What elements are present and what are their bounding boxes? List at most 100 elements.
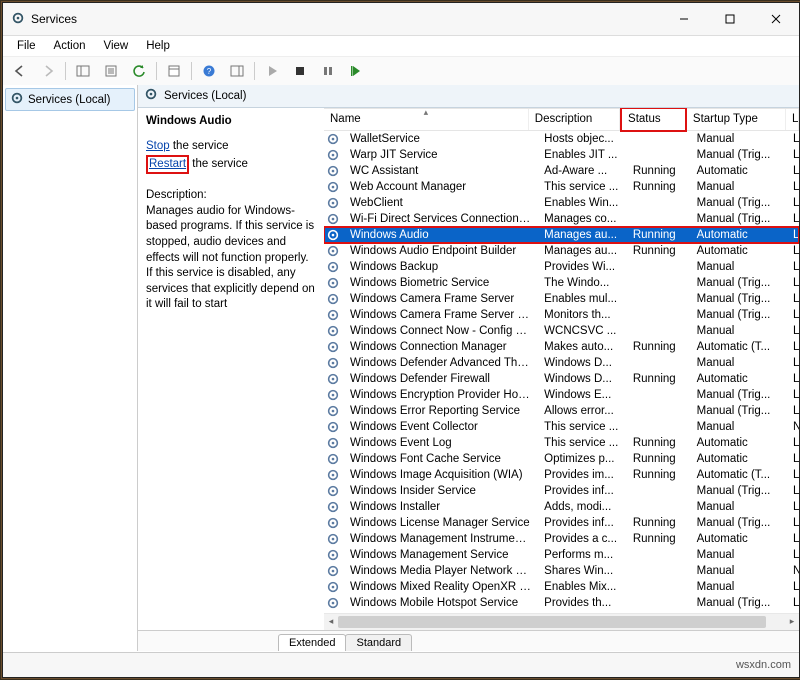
service-row[interactable]: Windows Mixed Reality OpenXR Servi...Ena… xyxy=(324,579,799,595)
refresh-button[interactable] xyxy=(126,59,152,83)
stop-service-button[interactable] xyxy=(287,59,313,83)
titlebar[interactable]: Services xyxy=(3,3,799,36)
cell-startup-type: Automatic xyxy=(691,373,787,385)
app-icon xyxy=(11,11,25,28)
col-status[interactable]: Status xyxy=(620,108,687,132)
cell-log-on-as: Local Syste... xyxy=(787,181,799,193)
cell-log-on-as: Local Syste... xyxy=(787,533,799,545)
service-row[interactable]: WalletServiceHosts objec...ManualLocal S… xyxy=(324,131,799,147)
close-button[interactable] xyxy=(753,3,799,35)
menu-help[interactable]: Help xyxy=(138,39,178,53)
restart-service-button[interactable] xyxy=(343,59,369,83)
services-list[interactable]: WalletServiceHosts objec...ManualLocal S… xyxy=(324,131,799,611)
service-row[interactable]: WebClientEnables Win...Manual (Trig...Lo… xyxy=(324,195,799,211)
menu-action[interactable]: Action xyxy=(46,39,94,53)
cell-startup-type: Manual (Trig... xyxy=(691,213,787,225)
cell-startup-type: Manual (Trig... xyxy=(691,197,787,209)
service-row[interactable]: Windows Connect Now - Config Regi...WCNC… xyxy=(324,323,799,339)
service-row[interactable]: Web Account ManagerThis service ...Runni… xyxy=(324,179,799,195)
service-row[interactable]: Windows Camera Frame ServerEnables mul..… xyxy=(324,291,799,307)
show-hide-tree-button[interactable] xyxy=(70,59,96,83)
cell-log-on-as: Local Servic... xyxy=(787,341,799,353)
tab-extended[interactable]: Extended xyxy=(278,634,346,651)
service-gear-icon xyxy=(324,532,344,546)
scroll-left-arrow[interactable]: ◂ xyxy=(324,614,338,630)
back-button[interactable] xyxy=(7,59,33,83)
cell-name: Web Account Manager xyxy=(344,181,538,193)
cell-startup-type: Manual (Trig... xyxy=(691,485,787,497)
restart-service-link[interactable]: Restart xyxy=(146,155,189,175)
tree-root-services-local[interactable]: Services (Local) xyxy=(5,88,135,111)
stop-service-link[interactable]: Stop xyxy=(146,139,170,155)
service-row[interactable]: Windows Image Acquisition (WIA)Provides … xyxy=(324,467,799,483)
cell-startup-type: Manual xyxy=(691,133,787,145)
cell-log-on-as: Local Syste... xyxy=(787,485,799,497)
service-row[interactable]: Windows Defender Advanced Threat ...Wind… xyxy=(324,355,799,371)
service-row[interactable]: Windows Defender FirewallWindows D...Run… xyxy=(324,371,799,387)
horizontal-scrollbar[interactable]: ◂ ▸ xyxy=(324,613,799,630)
service-row[interactable]: Windows AudioManages au...RunningAutomat… xyxy=(324,227,799,243)
scroll-thumb[interactable] xyxy=(338,616,766,628)
service-row[interactable]: Windows Mobile Hotspot ServiceProvides t… xyxy=(324,595,799,611)
console-tree[interactable]: Services (Local) xyxy=(3,85,138,651)
help-button[interactable]: ? xyxy=(196,59,222,83)
start-service-button[interactable] xyxy=(259,59,285,83)
cell-status: Running xyxy=(627,165,691,177)
cell-description: Enables mul... xyxy=(538,293,627,305)
cell-status: Running xyxy=(627,229,691,241)
cell-log-on-as: Local Syste... xyxy=(787,165,799,177)
service-row[interactable]: Windows Camera Frame Server Moni...Monit… xyxy=(324,307,799,323)
service-row[interactable]: Windows License Manager ServiceProvides … xyxy=(324,515,799,531)
description-text: Manages audio for Windows-based programs… xyxy=(146,204,316,313)
properties-button[interactable] xyxy=(161,59,187,83)
cell-name: Windows Encryption Provider Host S... xyxy=(344,389,538,401)
restart-suffix: the service xyxy=(189,158,248,170)
view-tabs: Extended Standard xyxy=(138,630,799,651)
cell-name: Windows Audio Endpoint Builder xyxy=(344,245,538,257)
tab-standard[interactable]: Standard xyxy=(345,634,412,651)
service-row[interactable]: Warp JIT ServiceEnables JIT ...Manual (T… xyxy=(324,147,799,163)
cell-name: WC Assistant xyxy=(344,165,538,177)
service-row[interactable]: Windows Audio Endpoint BuilderManages au… xyxy=(324,243,799,259)
cell-log-on-as: Local Servic... xyxy=(787,149,799,161)
service-row[interactable]: Windows Event CollectorThis service ...M… xyxy=(324,419,799,435)
service-row[interactable]: Windows Connection ManagerMakes auto...R… xyxy=(324,339,799,355)
col-startup-type[interactable]: Startup Type xyxy=(687,109,786,130)
service-row[interactable]: Windows Management Instrumentati...Provi… xyxy=(324,531,799,547)
service-gear-icon xyxy=(324,500,344,514)
cell-startup-type: Manual (Trig... xyxy=(691,517,787,529)
cell-name: Windows Mixed Reality OpenXR Servi... xyxy=(344,581,538,593)
menu-view[interactable]: View xyxy=(96,39,137,53)
scroll-right-arrow[interactable]: ▸ xyxy=(785,614,799,630)
service-row[interactable]: Wi-Fi Direct Services Connection Ma...Ma… xyxy=(324,211,799,227)
minimize-button[interactable] xyxy=(661,3,707,35)
pause-service-button[interactable] xyxy=(315,59,341,83)
show-hide-action-pane-button[interactable] xyxy=(224,59,250,83)
col-name[interactable]: ▴Name xyxy=(324,109,529,130)
service-row[interactable]: Windows Event LogThis service ...Running… xyxy=(324,435,799,451)
service-row[interactable]: Windows Insider ServiceProvides inf...Ma… xyxy=(324,483,799,499)
service-row[interactable]: Windows Media Player Network Shari...Sha… xyxy=(324,563,799,579)
cell-name: Windows Image Acquisition (WIA) xyxy=(344,469,538,481)
export-list-button[interactable] xyxy=(98,59,124,83)
service-row[interactable]: Windows BackupProvides Wi...ManualLocal … xyxy=(324,259,799,275)
service-row[interactable]: Windows Error Reporting ServiceAllows er… xyxy=(324,403,799,419)
service-row[interactable]: WC AssistantAd-Aware ...RunningAutomatic… xyxy=(324,163,799,179)
cell-log-on-as: Local Syste... xyxy=(787,277,799,289)
maximize-button[interactable] xyxy=(707,3,753,35)
cell-startup-type: Manual xyxy=(691,549,787,561)
service-row[interactable]: Windows Font Cache ServiceOptimizes p...… xyxy=(324,451,799,467)
service-row[interactable]: Windows Encryption Provider Host S...Win… xyxy=(324,387,799,403)
service-row[interactable]: Windows Biometric ServiceThe Windo...Man… xyxy=(324,275,799,291)
cell-log-on-as: Network S... xyxy=(787,421,799,433)
col-log-on-as[interactable]: Log On As xyxy=(786,109,799,130)
forward-button[interactable] xyxy=(35,59,61,83)
service-row[interactable]: Windows Management ServicePerforms m...M… xyxy=(324,547,799,563)
service-row[interactable]: Windows InstallerAdds, modi...ManualLoca… xyxy=(324,499,799,515)
cell-description: Makes auto... xyxy=(538,341,627,353)
menu-file[interactable]: File xyxy=(9,39,44,53)
gear-icon xyxy=(144,87,158,104)
col-description[interactable]: Description xyxy=(529,109,620,130)
cell-log-on-as: Local Syste... xyxy=(787,501,799,513)
column-headers[interactable]: ▴Name Description Status Startup Type Lo… xyxy=(324,108,799,131)
